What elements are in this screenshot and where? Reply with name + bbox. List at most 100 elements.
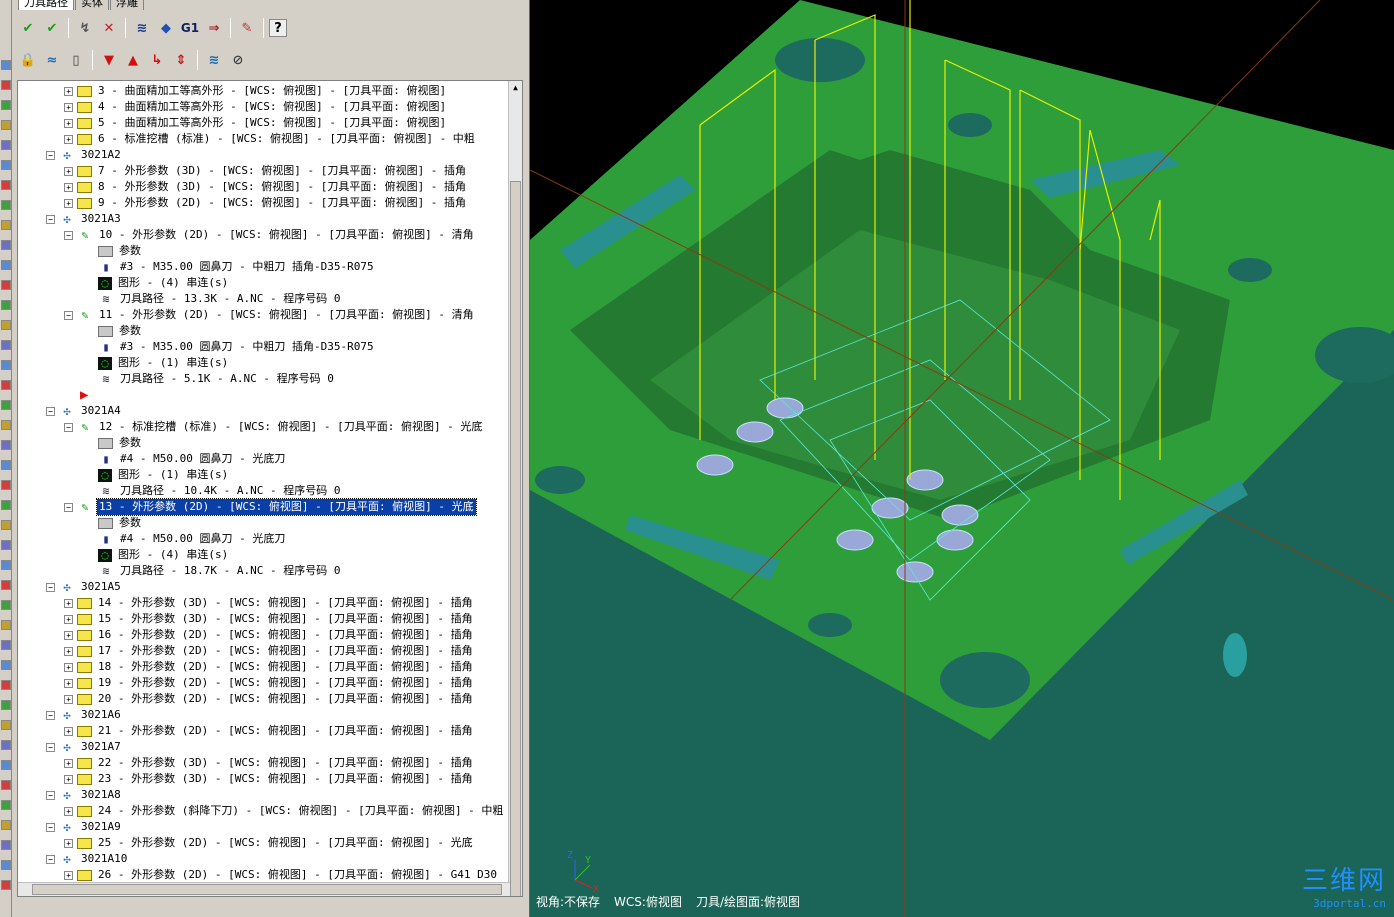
mini-tool-icon[interactable]: [1, 620, 11, 630]
operation-item[interactable]: +21 - 外形参数 (2D) - [WCS: 俯视图] - [刀具平面: 俯视…: [64, 723, 475, 739]
mini-tool-icon[interactable]: [1, 60, 11, 70]
collapse-toggle[interactable]: −: [64, 422, 73, 432]
operation-item[interactable]: +5 - 曲面精加工等高外形 - [WCS: 俯视图] - [刀具平面: 俯视图…: [64, 115, 448, 131]
operation-item[interactable]: +22 - 外形参数 (3D) - [WCS: 俯视图] - [刀具平面: 俯视…: [64, 755, 475, 771]
mini-tool-icon[interactable]: [1, 220, 11, 230]
mini-tool-icon[interactable]: [1, 780, 11, 790]
operations-tree[interactable]: +3 - 曲面精加工等高外形 - [WCS: 俯视图] - [刀具平面: 俯视图…: [17, 80, 523, 897]
operation-item[interactable]: +23 - 外形参数 (3D) - [WCS: 俯视图] - [刀具平面: 俯视…: [64, 771, 475, 787]
operation-item[interactable]: +4 - 曲面精加工等高外形 - [WCS: 俯视图] - [刀具平面: 俯视图…: [64, 99, 448, 115]
mini-tool-icon[interactable]: [1, 80, 11, 90]
operation-item[interactable]: +9 - 外形参数 (2D) - [WCS: 俯视图] - [刀具平面: 俯视图…: [64, 195, 468, 211]
op-parameters[interactable]: 参数: [98, 243, 143, 259]
post-g1-button[interactable]: G1: [179, 17, 201, 39]
post-process-icon[interactable]: ⇒: [203, 17, 225, 39]
op-tool[interactable]: ▮ #3 - M35.00 圆鼻刀 - 中粗刀 插角-D35-R075: [98, 259, 376, 275]
lock-icon[interactable]: 🔒: [17, 49, 39, 71]
display-selected-icon[interactable]: ≋: [203, 49, 225, 71]
mini-tool-icon[interactable]: [1, 260, 11, 270]
expand-toggle[interactable]: +: [64, 838, 73, 848]
collapse-toggle[interactable]: −: [46, 406, 55, 416]
expand-toggle[interactable]: +: [64, 118, 73, 128]
collapse-toggle[interactable]: −: [64, 310, 73, 320]
operation-item[interactable]: +24 - 外形参数 (斜降下刀) - [WCS: 俯视图] - [刀具平面: …: [64, 803, 505, 819]
collapse-toggle[interactable]: −: [64, 230, 73, 240]
insert-arrow-icon[interactable]: ↳: [146, 49, 168, 71]
machine-group[interactable]: − ✣ 3021A8: [46, 787, 123, 803]
op-geometry[interactable]: ◌ 图形 - (1) 串连(s): [98, 467, 230, 483]
mini-tool-icon[interactable]: [1, 700, 11, 710]
op-tool[interactable]: ▮ #4 - M50.00 圆鼻刀 - 光底刀: [98, 531, 287, 547]
expand-toggle[interactable]: +: [64, 694, 73, 704]
machine-group[interactable]: − ✣ 3021A7: [46, 739, 123, 755]
op-geometry[interactable]: ◌ 图形 - (1) 串连(s): [98, 355, 230, 371]
collapse-toggle[interactable]: −: [46, 854, 55, 864]
mini-tool-icon[interactable]: [1, 800, 11, 810]
operation-item[interactable]: +7 - 外形参数 (3D) - [WCS: 俯视图] - [刀具平面: 俯视图…: [64, 163, 468, 179]
collapse-toggle[interactable]: −: [46, 214, 55, 224]
select-dirty-ops-icon[interactable]: ✔: [41, 17, 63, 39]
expand-toggle[interactable]: +: [64, 198, 73, 208]
operation-item[interactable]: +17 - 外形参数 (2D) - [WCS: 俯视图] - [刀具平面: 俯视…: [64, 643, 475, 659]
op-geometry[interactable]: ◌ 图形 - (4) 串连(s): [98, 275, 230, 291]
tab-toolpaths[interactable]: 刀具路径: [18, 0, 74, 10]
op-parameters[interactable]: 参数: [98, 515, 143, 531]
operation-item-expanded[interactable]: − ✎ 10 - 外形参数 (2D) - [WCS: 俯视图] - [刀具平面: 俯…: [64, 227, 476, 243]
mini-tool-icon[interactable]: [1, 200, 11, 210]
mini-tool-icon[interactable]: [1, 500, 11, 510]
collapse-toggle[interactable]: −: [46, 582, 55, 592]
op-toolpath[interactable]: ≋ 刀具路径 - 5.1K - A.NC - 程序号码 0: [98, 371, 336, 387]
expand-toggle[interactable]: +: [64, 134, 73, 144]
operation-item-expanded[interactable]: − ✎ 13 - 外形参数 (2D) - [WCS: 俯视图] - [刀具平面: 俯…: [64, 498, 477, 516]
op-tool[interactable]: ▮ #3 - M35.00 圆鼻刀 - 中粗刀 插角-D35-R075: [98, 339, 376, 355]
display-solid-icon[interactable]: ⊘: [227, 49, 249, 71]
machine-group[interactable]: − ✣ 3021A2: [46, 147, 123, 163]
select-all-ops-icon[interactable]: ✔: [17, 17, 39, 39]
operation-item[interactable]: +14 - 外形参数 (3D) - [WCS: 俯视图] - [刀具平面: 俯视…: [64, 595, 475, 611]
mini-tool-icon[interactable]: [1, 760, 11, 770]
tree-horizontal-scrollbar[interactable]: [18, 882, 510, 896]
mini-tool-icon[interactable]: [1, 460, 11, 470]
move-down-icon[interactable]: ▼: [98, 49, 120, 71]
collapse-toggle[interactable]: −: [64, 502, 73, 512]
op-tool[interactable]: ▮ #4 - M50.00 圆鼻刀 - 光底刀: [98, 451, 287, 467]
mini-tool-icon[interactable]: [1, 340, 11, 350]
machine-group[interactable]: − ✣ 3021A9: [46, 819, 123, 835]
verify-icon[interactable]: ◆: [155, 17, 177, 39]
mini-tool-icon[interactable]: [1, 740, 11, 750]
expand-toggle[interactable]: +: [64, 182, 73, 192]
collapse-toggle[interactable]: −: [46, 150, 55, 160]
mini-tool-icon[interactable]: [1, 720, 11, 730]
mini-tool-icon[interactable]: [1, 600, 11, 610]
expand-toggle[interactable]: +: [64, 662, 73, 672]
operation-item[interactable]: +16 - 外形参数 (2D) - [WCS: 俯视图] - [刀具平面: 俯视…: [64, 627, 475, 643]
hscroll-thumb[interactable]: [32, 884, 502, 895]
collapse-toggle[interactable]: −: [46, 742, 55, 752]
expand-toggle[interactable]: +: [64, 870, 73, 880]
mini-tool-icon[interactable]: [1, 100, 11, 110]
scroll-to-insert-icon[interactable]: ⇕: [170, 49, 192, 71]
toggle-display-icon[interactable]: ≈: [41, 49, 63, 71]
mini-tool-icon[interactable]: [1, 120, 11, 130]
mini-tool-icon[interactable]: [1, 580, 11, 590]
tab-solids[interactable]: 实体: [75, 0, 109, 10]
operation-item[interactable]: +15 - 外形参数 (3D) - [WCS: 俯视图] - [刀具平面: 俯视…: [64, 611, 475, 627]
mini-tool-icon[interactable]: [1, 420, 11, 430]
operation-item[interactable]: +8 - 外形参数 (3D) - [WCS: 俯视图] - [刀具平面: 俯视图…: [64, 179, 468, 195]
tab-relief[interactable]: 浮雕: [110, 0, 144, 10]
expand-toggle[interactable]: +: [64, 86, 73, 96]
regenerate-icon[interactable]: ↯: [74, 17, 96, 39]
op-toolpath[interactable]: ≋ 刀具路径 - 13.3K - A.NC - 程序号码 0: [98, 291, 342, 307]
highfeed-icon[interactable]: ✎: [236, 17, 258, 39]
expand-toggle[interactable]: +: [64, 102, 73, 112]
insert-arrow-icon[interactable]: ▶: [80, 387, 88, 403]
operation-item[interactable]: +3 - 曲面精加工等高外形 - [WCS: 俯视图] - [刀具平面: 俯视图…: [64, 83, 448, 99]
post-toggle-icon[interactable]: ▯: [65, 49, 87, 71]
op-parameters[interactable]: 参数: [98, 323, 143, 339]
expand-toggle[interactable]: +: [64, 614, 73, 624]
mini-tool-icon[interactable]: [1, 140, 11, 150]
mini-tool-icon[interactable]: [1, 680, 11, 690]
mini-tool-icon[interactable]: [1, 240, 11, 250]
backplot-icon[interactable]: ≋: [131, 17, 153, 39]
machine-group[interactable]: − ✣ 3021A5: [46, 579, 123, 595]
